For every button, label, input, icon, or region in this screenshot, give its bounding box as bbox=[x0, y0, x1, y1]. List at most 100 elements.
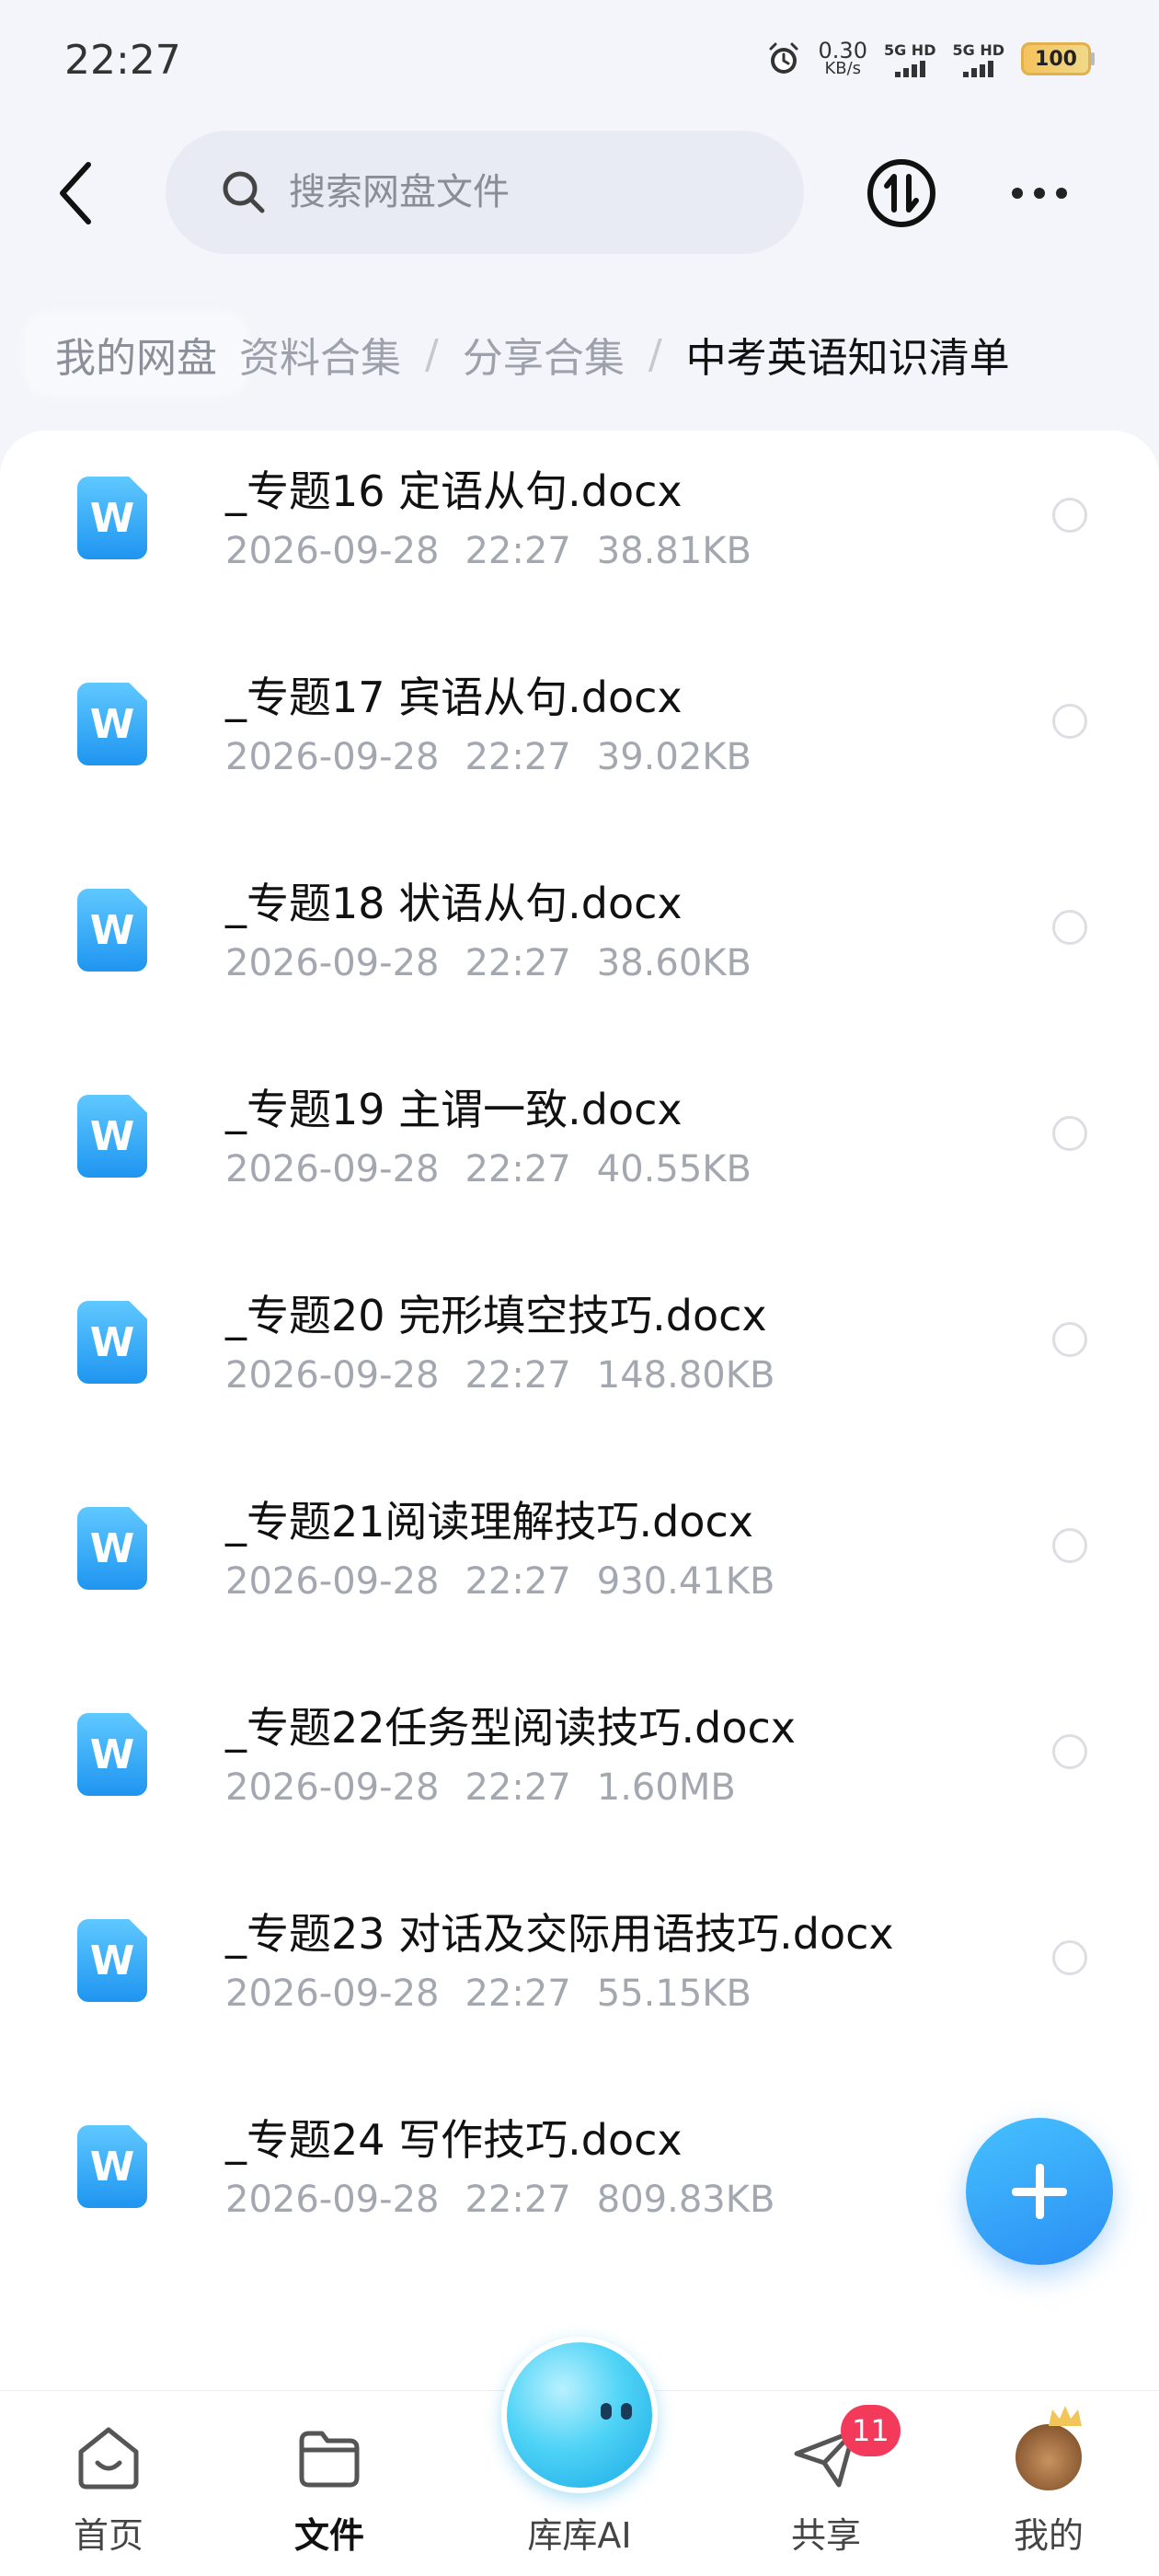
file-size: 148.80KB bbox=[596, 1354, 775, 1397]
status-indicators: 0.30 KB/s 5G HD 5G HD 100 bbox=[765, 40, 1095, 77]
select-checkbox[interactable] bbox=[1052, 1116, 1087, 1151]
file-row[interactable]: W _专题23 对话及交际用语技巧.docx 2026-09-28 22:27 55… bbox=[0, 1873, 1159, 2079]
file-meta: 2026-09-28 22:27 39.02KB bbox=[225, 736, 752, 778]
file-time: 22:27 bbox=[465, 2179, 571, 2221]
file-name: _专题19 主谓一致.docx bbox=[225, 1085, 683, 1134]
file-date: 2026-09-28 bbox=[225, 530, 440, 572]
home-icon bbox=[78, 2427, 139, 2490]
add-button[interactable] bbox=[966, 2118, 1113, 2265]
file-list-panel: W _专题16 定语从句.docx 2026-09-28 22:27 38.81KB… bbox=[0, 431, 1159, 2576]
file-time: 22:27 bbox=[465, 1972, 571, 2015]
file-date: 2026-09-28 bbox=[225, 1354, 440, 1397]
file-row[interactable]: W _专题20 完形填空技巧.docx 2026-09-28 22:27 148.8… bbox=[0, 1255, 1159, 1461]
file-meta: 2026-09-28 22:27 55.15KB bbox=[225, 1972, 752, 2015]
file-date: 2026-09-28 bbox=[225, 736, 440, 778]
select-checkbox[interactable] bbox=[1052, 1940, 1087, 1975]
file-name: _专题24 写作技巧.docx bbox=[225, 2115, 683, 2165]
ai-assistant-icon[interactable] bbox=[501, 2337, 658, 2493]
file-meta: 2026-09-28 22:27 148.80KB bbox=[225, 1354, 775, 1397]
select-checkbox[interactable] bbox=[1052, 704, 1087, 739]
breadcrumb-item-resources[interactable]: 资料合集 bbox=[239, 325, 401, 384]
dot-icon bbox=[1012, 188, 1023, 199]
file-date: 2026-09-28 bbox=[225, 942, 440, 984]
file-meta: 2026-09-28 22:27 809.83KB bbox=[225, 2179, 775, 2221]
search-bar[interactable] bbox=[166, 131, 804, 254]
file-size: 55.15KB bbox=[596, 1972, 752, 2015]
dot-icon bbox=[1034, 188, 1045, 199]
file-time: 22:27 bbox=[465, 1766, 571, 1809]
crown-icon bbox=[1049, 2406, 1082, 2426]
select-checkbox[interactable] bbox=[1052, 1528, 1087, 1563]
nav-item-files[interactable]: 文件 bbox=[247, 2419, 412, 2566]
file-size: 930.41KB bbox=[596, 1560, 775, 1603]
word-document-icon: W bbox=[77, 1301, 147, 1384]
word-document-icon: W bbox=[77, 2125, 147, 2208]
file-time: 22:27 bbox=[465, 530, 571, 572]
file-date: 2026-09-28 bbox=[225, 2179, 440, 2221]
word-document-icon: W bbox=[77, 1507, 147, 1590]
file-name: _专题22任务型阅读技巧.docx bbox=[225, 1703, 797, 1753]
file-date: 2026-09-28 bbox=[225, 1560, 440, 1603]
breadcrumb: 我的网盘 资料合集 / 分享合集 / 中考英语知识清单 bbox=[28, 313, 1010, 396]
file-meta: 2026-09-28 22:27 930.41KB bbox=[225, 1560, 775, 1603]
file-meta: 2026-09-28 22:27 40.55KB bbox=[225, 1148, 752, 1190]
file-row[interactable]: W _专题19 主谓一致.docx 2026-09-28 22:27 40.55KB bbox=[0, 1049, 1159, 1255]
top-toolbar bbox=[0, 129, 1159, 258]
file-size: 38.81KB bbox=[596, 530, 752, 572]
back-button[interactable] bbox=[46, 156, 105, 230]
breadcrumb-current: 中考英语知识清单 bbox=[685, 335, 1010, 382]
status-bar: 22:27 0.30 KB/s 5G HD 5G HD 100 bbox=[0, 0, 1159, 120]
status-time: 22:27 bbox=[64, 37, 181, 84]
nav-item-home[interactable]: 首页 bbox=[26, 2419, 191, 2566]
select-checkbox[interactable] bbox=[1052, 910, 1087, 945]
breadcrumb-separator: / bbox=[425, 330, 439, 378]
folder-icon bbox=[299, 2431, 360, 2488]
network-speed: 0.30 KB/s bbox=[818, 38, 867, 78]
more-options-button[interactable] bbox=[998, 156, 1081, 230]
file-row[interactable]: W _专题17 宾语从句.docx 2026-09-28 22:27 39.02KB bbox=[0, 637, 1159, 843]
file-row[interactable]: W _专题21阅读理解技巧.docx 2026-09-28 22:27 930.41… bbox=[0, 1461, 1159, 1667]
file-time: 22:27 bbox=[465, 942, 571, 984]
file-row[interactable]: W _专题18 状语从句.docx 2026-09-28 22:27 38.60KB bbox=[0, 843, 1159, 1049]
breadcrumb-separator: / bbox=[648, 330, 662, 378]
select-checkbox[interactable] bbox=[1052, 498, 1087, 533]
file-row[interactable]: W _专题22任务型阅读技巧.docx 2026-09-28 22:27 1.60M… bbox=[0, 1667, 1159, 1873]
word-document-icon: W bbox=[77, 889, 147, 972]
file-name: _专题17 宾语从句.docx bbox=[225, 673, 683, 722]
breadcrumb-item-share[interactable]: 分享合集 bbox=[463, 325, 625, 384]
file-meta: 2026-09-28 22:27 38.60KB bbox=[225, 942, 752, 984]
file-size: 809.83KB bbox=[596, 2179, 775, 2221]
alarm-icon bbox=[769, 42, 798, 74]
file-date: 2026-09-28 bbox=[225, 1766, 440, 1809]
search-input[interactable] bbox=[289, 171, 730, 213]
chevron-left-icon bbox=[60, 162, 91, 224]
file-time: 22:27 bbox=[465, 1354, 571, 1397]
battery-icon: 100 bbox=[1021, 42, 1095, 75]
word-document-icon: W bbox=[77, 1095, 147, 1178]
file-name: _专题20 完形填空技巧.docx bbox=[225, 1291, 767, 1340]
select-checkbox[interactable] bbox=[1052, 1322, 1087, 1357]
transfer-icon[interactable] bbox=[865, 156, 938, 230]
file-name: _专题18 状语从句.docx bbox=[225, 879, 683, 928]
dot-icon bbox=[1056, 188, 1067, 199]
word-document-icon: W bbox=[77, 683, 147, 765]
breadcrumb-root[interactable]: 我的网盘 bbox=[28, 316, 245, 393]
nav-item-me[interactable]: 我的 bbox=[966, 2406, 1131, 2566]
file-date: 2026-09-28 bbox=[225, 1148, 440, 1190]
word-document-icon: W bbox=[77, 477, 147, 559]
file-meta: 2026-09-28 22:27 1.60MB bbox=[225, 1766, 736, 1809]
avatar bbox=[1013, 2406, 1084, 2493]
file-time: 22:27 bbox=[465, 736, 571, 778]
file-time: 22:27 bbox=[465, 1148, 571, 1190]
word-document-icon: W bbox=[77, 1919, 147, 2002]
search-icon bbox=[223, 171, 265, 213]
file-row[interactable]: W _专题16 定语从句.docx 2026-09-28 22:27 38.81KB bbox=[0, 431, 1159, 637]
file-name: _专题16 定语从句.docx bbox=[225, 466, 683, 516]
file-size: 38.60KB bbox=[596, 942, 752, 984]
share-notification-badge: 11 bbox=[841, 2405, 901, 2456]
select-checkbox[interactable] bbox=[1052, 1734, 1087, 1769]
file-size: 39.02KB bbox=[596, 736, 752, 778]
word-document-icon: W bbox=[77, 1713, 147, 1796]
file-size: 1.60MB bbox=[596, 1766, 736, 1809]
file-name: _专题21阅读理解技巧.docx bbox=[225, 1497, 754, 1547]
